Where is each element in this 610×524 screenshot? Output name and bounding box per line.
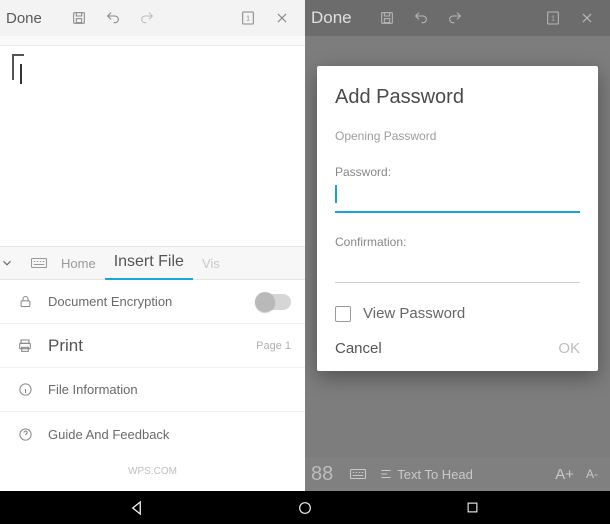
lock-icon	[14, 294, 36, 309]
left-screenshot: Done 1	[0, 0, 305, 524]
confirmation-input[interactable]	[335, 255, 580, 283]
document-canvas[interactable]	[0, 36, 305, 246]
row-document-encryption[interactable]: Document Encryption	[0, 280, 305, 324]
save-icon	[376, 7, 398, 29]
checkbox-icon	[335, 306, 351, 322]
row-print[interactable]: Print Page 1	[0, 324, 305, 368]
redo-icon[interactable]	[136, 7, 158, 29]
close-icon	[576, 7, 598, 29]
help-icon	[14, 427, 36, 442]
view-password-checkbox[interactable]: View Password	[335, 305, 580, 322]
undo-icon	[410, 7, 432, 29]
text-to-head-button: Text To Head	[379, 467, 473, 482]
close-icon[interactable]	[271, 7, 293, 29]
right-screenshot: Done 1 88 Text	[305, 0, 610, 524]
redo-icon	[444, 7, 466, 29]
row-file-information[interactable]: File Information	[0, 368, 305, 412]
text-cursor	[20, 64, 22, 84]
cancel-button[interactable]: Cancel	[335, 340, 382, 357]
password-input[interactable]	[335, 185, 580, 213]
font-decrease-button: A-	[586, 467, 598, 481]
save-icon[interactable]	[68, 7, 90, 29]
footer-brand: WPS.COM	[0, 466, 305, 477]
recents-button[interactable]	[443, 491, 503, 524]
row-label: File Information	[48, 382, 291, 397]
left-topbar: Done 1	[0, 0, 305, 36]
back-button[interactable]	[108, 491, 168, 524]
encryption-toggle[interactable]	[257, 294, 291, 310]
ruler	[0, 36, 305, 46]
android-navbar	[0, 491, 610, 524]
page-indicator-icon[interactable]: 1	[237, 7, 259, 29]
page-indicator-icon: 1	[542, 7, 564, 29]
keyboard-icon	[349, 467, 367, 481]
info-icon	[14, 382, 36, 397]
opening-password-label: Opening Password	[335, 129, 580, 143]
row-guide-feedback[interactable]: Guide And Feedback	[0, 412, 305, 456]
svg-text:1: 1	[246, 14, 250, 23]
right-bottombar: 88 Text To Head A+ A-	[305, 457, 610, 491]
row-label: Guide And Feedback	[48, 427, 291, 442]
font-increase-button: A+	[555, 466, 574, 483]
add-password-dialog: Add Password Opening Password Password: …	[317, 66, 598, 371]
word-count: 88	[311, 463, 333, 486]
tab-bar: Home Insert File Vis	[0, 246, 305, 280]
keyboard-icon[interactable]	[26, 256, 52, 270]
collapse-icon[interactable]	[0, 256, 26, 270]
tab-insert-file[interactable]: Insert File	[105, 246, 193, 280]
ok-button[interactable]: OK	[558, 340, 580, 357]
done-button[interactable]: Done	[311, 8, 352, 28]
print-page-meta: Page 1	[256, 340, 291, 352]
done-button[interactable]: Done	[6, 10, 42, 27]
printer-icon	[14, 338, 36, 354]
row-label: Document Encryption	[48, 294, 257, 309]
row-label: Print	[48, 336, 256, 356]
home-button[interactable]	[275, 491, 335, 524]
tab-vis[interactable]: Vis	[193, 246, 229, 280]
svg-text:1: 1	[551, 14, 555, 23]
undo-icon[interactable]	[102, 7, 124, 29]
password-label: Password:	[335, 165, 580, 179]
dialog-title: Add Password	[335, 86, 580, 109]
tab-home[interactable]: Home	[52, 246, 105, 280]
confirmation-label: Confirmation:	[335, 235, 580, 249]
view-password-label: View Password	[363, 305, 465, 322]
right-topbar: Done 1	[305, 0, 610, 36]
